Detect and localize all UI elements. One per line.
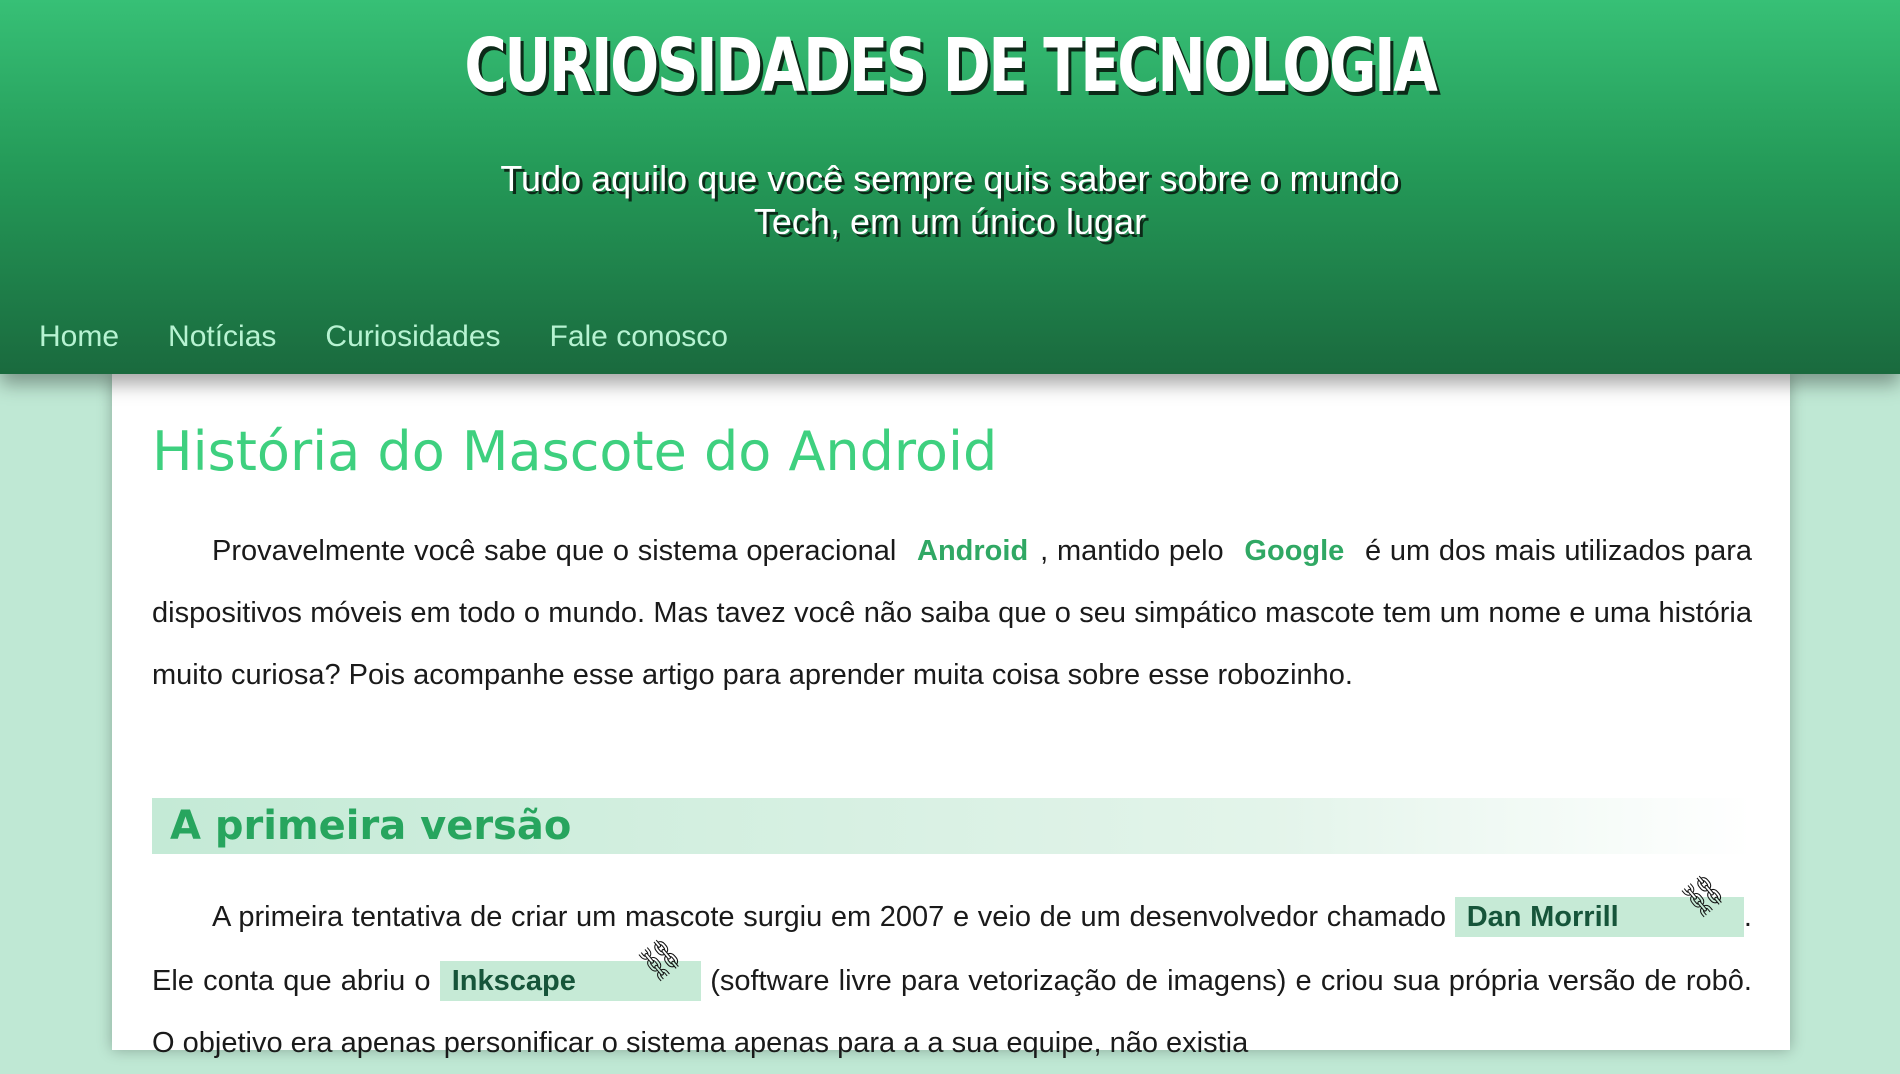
nav-home[interactable]: Home bbox=[39, 320, 119, 354]
google-term: Google bbox=[1244, 535, 1345, 567]
inkscape-label: Inkscape bbox=[451, 965, 576, 997]
nav-curiosidades[interactable]: Curiosidades bbox=[325, 320, 500, 354]
nav-noticias[interactable]: Notícias bbox=[168, 320, 276, 354]
site-header: CURIOSIDADES DE TECNOLOGIA Tudo aquilo q… bbox=[0, 0, 1900, 374]
subtitle-line-2: Tech, em um único lugar bbox=[753, 201, 1147, 242]
section-heading-primeira-versao: A primeira versão bbox=[170, 803, 572, 849]
link-chain-icon: ⛓ bbox=[1674, 867, 1733, 925]
article-title: História do Mascote do Android bbox=[152, 420, 998, 483]
dan-morrill-link[interactable]: Dan Morrill ⛓ bbox=[1454, 867, 1744, 937]
section-text-1: A primeira tentativa de criar um mascote… bbox=[212, 901, 1447, 933]
nav-fale-conosco[interactable]: Fale conosco bbox=[550, 320, 728, 354]
article-container: História do Mascote do Android Provavelm… bbox=[112, 374, 1790, 1059]
main-nav: Home Notícias Curiosidades Fale conosco bbox=[0, 310, 738, 364]
inkscape-link[interactable]: Inkscape ⛓ bbox=[439, 931, 702, 1001]
link-chain-icon: ⛓ bbox=[631, 931, 690, 989]
subtitle-line-1: Tudo aquilo que você sempre quis saber s… bbox=[500, 158, 1400, 199]
intro-text-2: , mantido pelo bbox=[1040, 535, 1224, 567]
section-paragraph: A primeira tentativa de criar um mascote… bbox=[152, 867, 1752, 1074]
section-heading-bar: A primeira versão bbox=[152, 798, 1752, 854]
site-title: CURIOSIDADES DE TECNOLOGIA bbox=[464, 23, 1438, 109]
dan-morrill-label: Dan Morrill bbox=[1466, 901, 1619, 933]
android-term: Android bbox=[917, 535, 1029, 567]
intro-paragraph: Provavelmente você sabe que o sistema op… bbox=[152, 520, 1752, 706]
site-subtitle: Tudo aquilo que você sempre quis saber s… bbox=[450, 157, 1450, 243]
intro-text-1: Provavelmente você sabe que o sistema op… bbox=[212, 535, 897, 567]
